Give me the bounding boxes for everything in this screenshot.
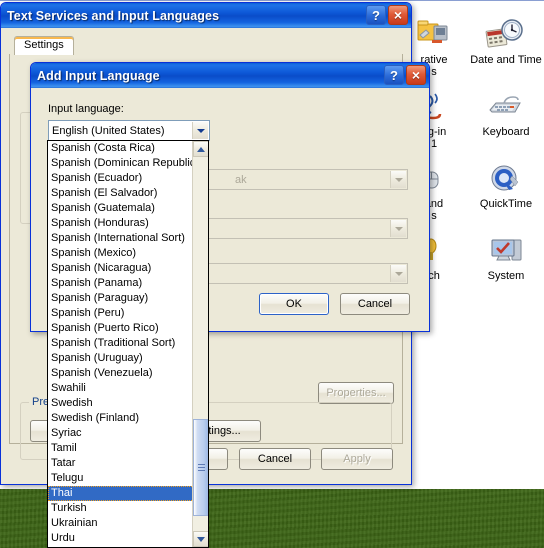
language-option[interactable]: Tatar	[48, 456, 194, 471]
language-option[interactable]: Ukrainian	[48, 516, 194, 531]
language-option[interactable]: Spanish (Panama)	[48, 276, 194, 291]
language-option[interactable]: Spanish (Costa Rica)	[48, 141, 194, 156]
scroll-down-button[interactable]	[193, 531, 208, 547]
cp-label-date-and-time: Date and Time	[470, 54, 542, 66]
date-and-time-icon	[470, 18, 542, 52]
language-option[interactable]: Swedish (Finland)	[48, 411, 194, 426]
chevron-down-icon	[197, 536, 205, 542]
scroll-up-button[interactable]	[193, 141, 208, 157]
text-services-titlebar-buttons: ? ×	[366, 5, 408, 25]
properties-button[interactable]: Properties...	[318, 382, 394, 404]
chevron-down-icon[interactable]	[390, 220, 406, 237]
language-option[interactable]: Spanish (Peru)	[48, 306, 194, 321]
language-option[interactable]: Telugu	[48, 471, 194, 486]
language-option[interactable]: Thai	[48, 486, 194, 501]
language-option[interactable]: Spanish (Mexico)	[48, 246, 194, 261]
language-option[interactable]: Spanish (Traditional Sort)	[48, 336, 194, 351]
language-dropdown-list[interactable]: Spanish (Costa Rica) Spanish (Dominican R…	[47, 140, 209, 548]
help-button-ail[interactable]: ?	[384, 65, 404, 85]
tab-settings[interactable]: Settings	[14, 36, 74, 55]
language-option[interactable]: Spanish (Guatemala)	[48, 201, 194, 216]
dropdown-scrollbar[interactable]	[192, 141, 208, 547]
ok-button[interactable]: OK	[259, 293, 329, 315]
language-option[interactable]: Turkish	[48, 501, 194, 516]
language-option[interactable]: Swedish	[48, 396, 194, 411]
language-option[interactable]: Spanish (Ecuador)	[48, 171, 194, 186]
close-icon: ×	[411, 67, 421, 83]
chevron-up-icon	[197, 146, 205, 152]
language-dropdown-items: Spanish (Costa Rica) Spanish (Dominican R…	[48, 141, 194, 547]
chevron-down-icon[interactable]	[390, 265, 406, 282]
language-option[interactable]: Spanish (El Salvador)	[48, 186, 194, 201]
input-language-label: Input language:	[48, 103, 124, 115]
cp-label-quicktime: QuickTime	[479, 198, 533, 210]
language-option[interactable]: Tamil	[48, 441, 194, 456]
close-button[interactable]: ×	[388, 5, 408, 25]
add-input-language-titlebar-buttons: ? ×	[384, 65, 426, 85]
text-services-titlebar[interactable]: Text Services and Input Languages ? ×	[1, 3, 411, 28]
system-icon	[470, 234, 542, 268]
cp-icon-date-and-time[interactable]: Date and Time	[470, 18, 542, 66]
cp-icon-keyboard[interactable]: Keyboard	[470, 90, 542, 138]
scrollbar-thumb[interactable]	[193, 419, 208, 516]
help-button[interactable]: ?	[366, 5, 386, 25]
cancel-button-text-services[interactable]: Cancel	[239, 448, 311, 470]
language-option[interactable]: Spanish (Honduras)	[48, 216, 194, 231]
apply-button-text-services[interactable]: Apply	[321, 448, 393, 470]
cp-label-keyboard: Keyboard	[482, 126, 530, 138]
add-input-language-title: Add Input Language	[37, 68, 160, 83]
close-button-ail[interactable]: ×	[406, 65, 426, 85]
control-panel-top-divider	[0, 0, 544, 1]
cp-label-system: System	[487, 270, 525, 282]
input-language-value: English (United States)	[52, 124, 165, 137]
language-option[interactable]: Spanish (Puerto Rico)	[48, 321, 194, 336]
chevron-down-icon[interactable]	[192, 122, 208, 139]
language-option[interactable]: Spanish (Paraguay)	[48, 291, 194, 306]
cancel-button[interactable]: Cancel	[340, 293, 410, 315]
language-option[interactable]: Spanish (Uruguay)	[48, 351, 194, 366]
keyboard-icon	[470, 90, 542, 124]
language-option[interactable]: Spanish (International Sort)	[48, 231, 194, 246]
screen: rative s Date and Time ug-in 1 Keyboard …	[0, 0, 544, 548]
tabstrip: Settings	[9, 36, 403, 55]
text-services-title: Text Services and Input Languages	[7, 8, 220, 23]
language-option[interactable]: Spanish (Venezuela)	[48, 366, 194, 381]
add-input-language-titlebar[interactable]: Add Input Language ? ×	[31, 63, 429, 88]
language-option[interactable]: Syriac	[48, 426, 194, 441]
input-language-combo[interactable]: English (United States)	[48, 120, 210, 141]
language-option[interactable]: Swahili	[48, 381, 194, 396]
language-option[interactable]: Urdu	[48, 531, 194, 546]
chevron-down-icon[interactable]	[390, 171, 406, 188]
quicktime-icon	[470, 162, 542, 196]
language-option[interactable]: Spanish (Dominican Republic)	[48, 156, 194, 171]
language-option[interactable]: Spanish (Nicaragua)	[48, 261, 194, 276]
scrollbar-grip-icon	[198, 463, 205, 472]
cp-icon-system[interactable]: System	[470, 234, 542, 282]
close-icon: ×	[393, 7, 403, 23]
cp-icon-quicktime[interactable]: QuickTime	[470, 162, 542, 210]
